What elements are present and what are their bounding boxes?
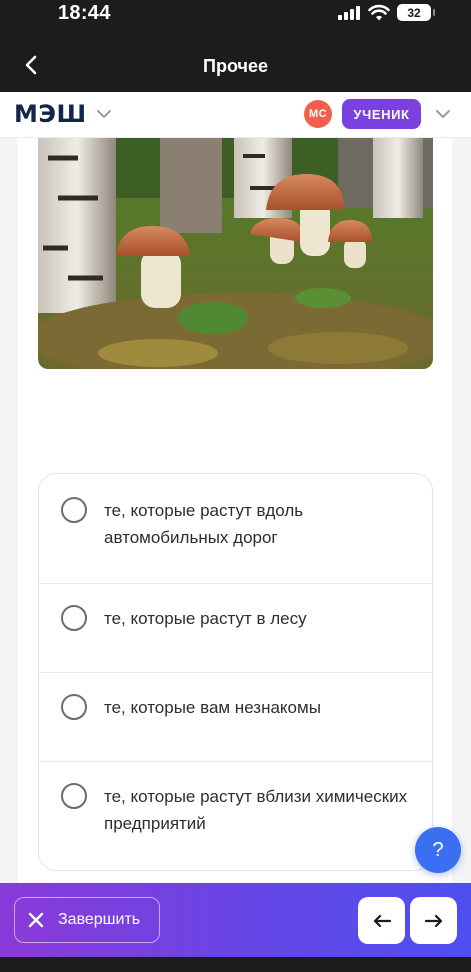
answer-option[interactable]: те, которые растут вдоль автомобильных д… [39, 474, 432, 583]
arrow-right-icon [424, 914, 442, 927]
radio-button[interactable] [61, 605, 87, 631]
answer-option[interactable]: те, которые растут в лесу [39, 584, 432, 672]
radio-button[interactable] [61, 783, 87, 809]
role-badge[interactable]: УЧЕНИК [342, 99, 421, 129]
navbar: Прочее [0, 40, 471, 92]
status-bar: 18:44 32 [0, 0, 471, 40]
chevron-down-icon[interactable] [94, 106, 114, 122]
wifi-icon [368, 4, 390, 21]
status-time: 18:44 [58, 2, 111, 24]
mushrooms-photo [38, 138, 433, 369]
home-indicator-area [0, 957, 471, 972]
battery-level: 32 [407, 5, 421, 20]
finish-button[interactable]: Завершить [14, 897, 160, 943]
answer-option[interactable]: те, которые растут вблизи химических пре… [39, 762, 432, 870]
finish-label: Завершить [58, 911, 141, 928]
answer-label: те, которые растут вдоль автомобильных д… [104, 501, 304, 547]
avatar[interactable]: МС [304, 100, 332, 128]
help-button[interactable]: ? [415, 827, 461, 873]
answer-label: те, которые растут в лесу [104, 609, 307, 628]
radio-button[interactable] [61, 497, 87, 523]
prev-button[interactable] [358, 897, 405, 944]
answer-label: те, которые вам незнакомы [104, 698, 321, 717]
answer-options: те, которые растут вдоль автомобильных д… [38, 473, 433, 871]
bottom-bar: Завершить [0, 883, 471, 957]
answer-label: те, которые растут вблизи химических пре… [104, 787, 408, 833]
chevron-down-icon[interactable] [432, 106, 454, 122]
close-icon [28, 912, 44, 928]
arrow-left-icon [373, 914, 391, 927]
answer-option[interactable]: те, которые вам незнакомы [39, 673, 432, 761]
next-button[interactable] [410, 897, 457, 944]
logo[interactable]: МЭШ [14, 100, 87, 128]
battery-icon: 32 [397, 4, 435, 21]
page-title: Прочее [203, 56, 268, 76]
signal-icon [338, 6, 362, 20]
radio-button[interactable] [61, 694, 87, 720]
